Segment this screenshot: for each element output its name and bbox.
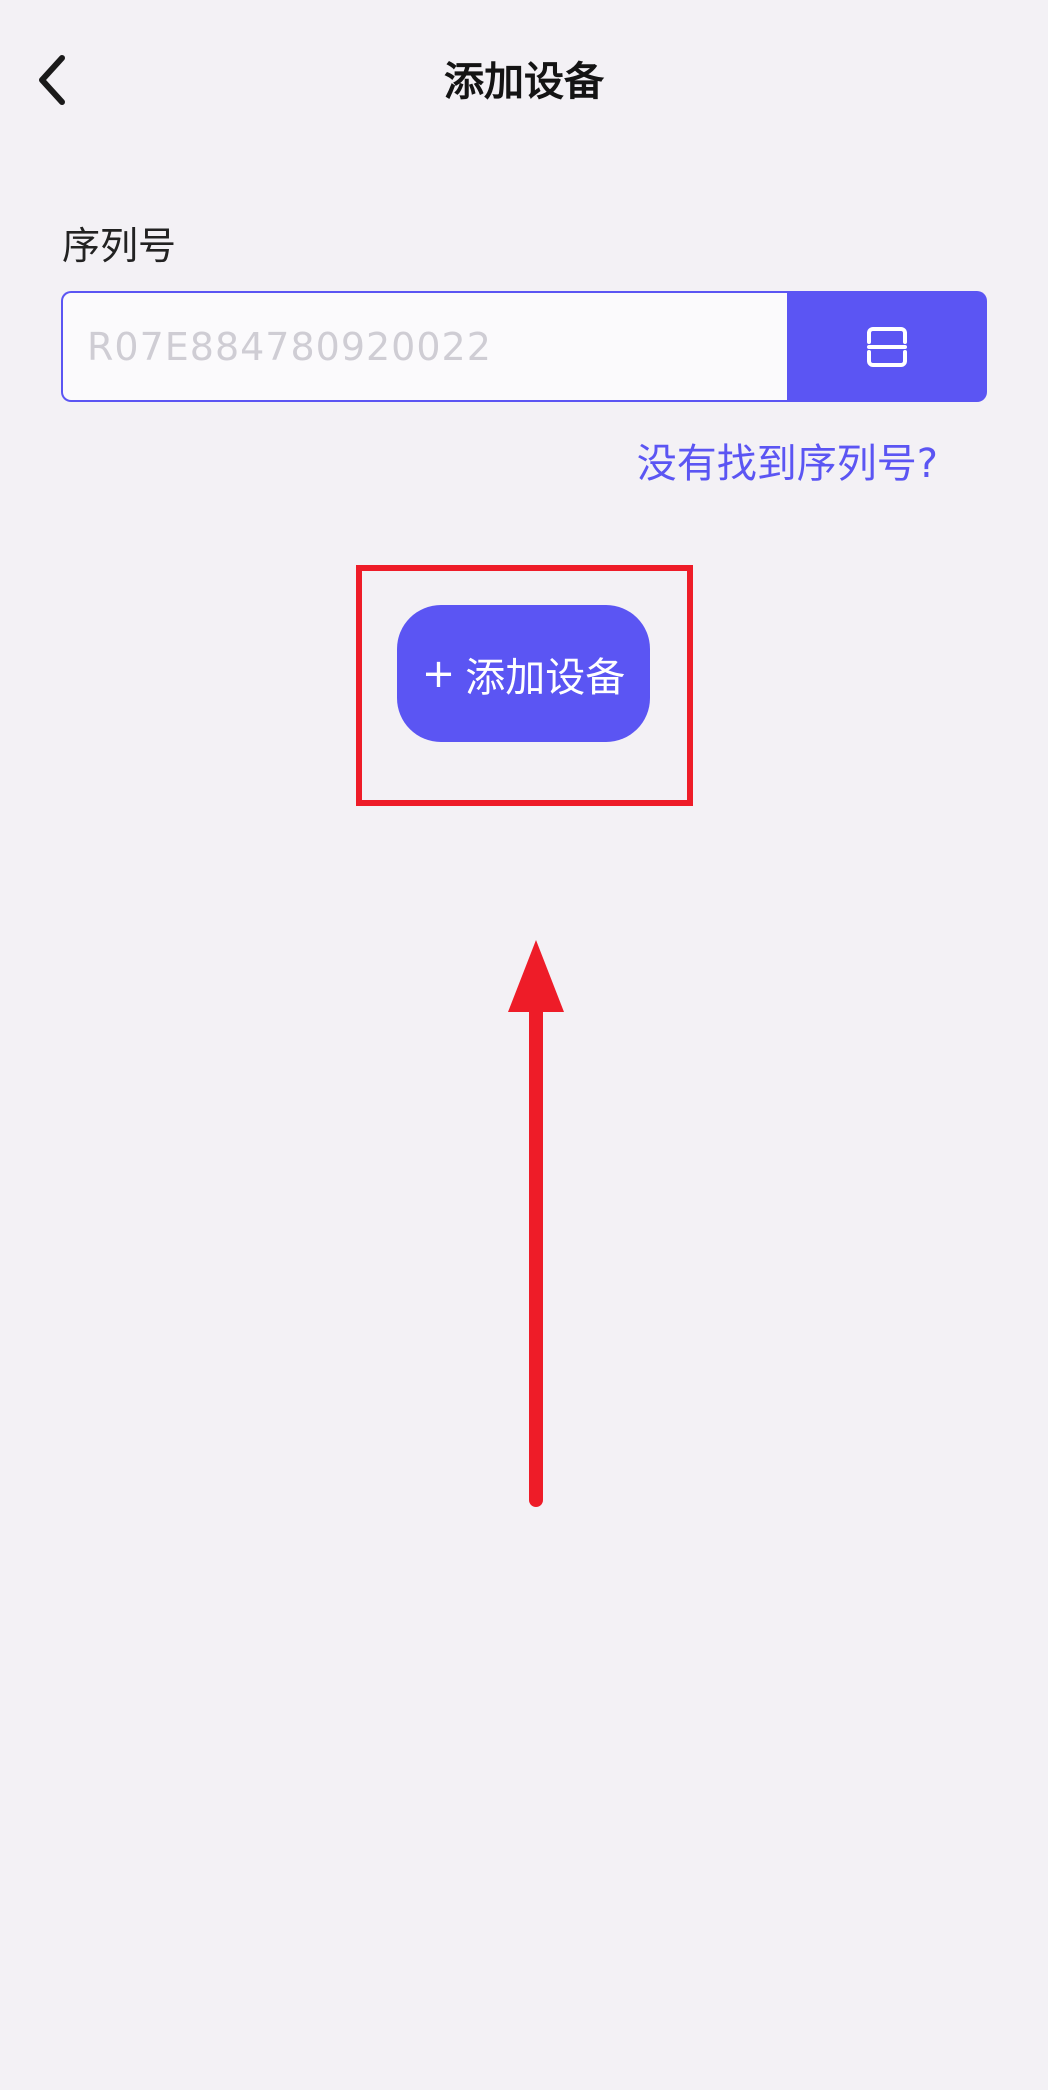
annotation-arrow-up-icon	[508, 940, 564, 1507]
scan-icon	[867, 326, 907, 367]
serial-number-input[interactable]	[61, 291, 787, 402]
add-device-button[interactable]: + 添加设备	[397, 605, 650, 742]
scan-button[interactable]	[787, 291, 987, 402]
navigation-bar: 添加设备	[0, 0, 1048, 170]
serial-not-found-link[interactable]: 没有找到序列号?	[637, 436, 938, 492]
plus-icon: +	[421, 650, 456, 697]
serial-number-row	[61, 291, 987, 402]
add-device-label: 添加设备	[465, 654, 626, 701]
page-title: 添加设备	[444, 59, 604, 105]
serial-number-label: 序列号	[62, 224, 177, 268]
